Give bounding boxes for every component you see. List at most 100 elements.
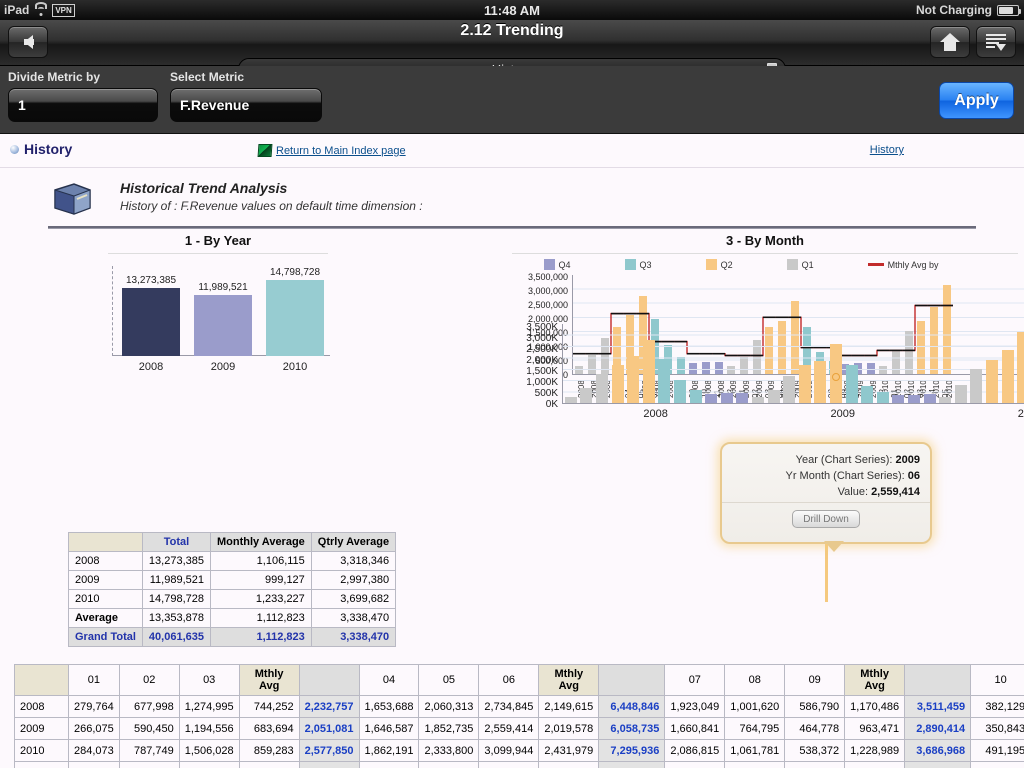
history-link[interactable]: History bbox=[870, 144, 904, 156]
year-bar-rect[interactable] bbox=[194, 295, 252, 356]
quarter-bar[interactable] bbox=[970, 369, 983, 403]
quarter-bar[interactable] bbox=[861, 386, 874, 403]
return-to-index-link[interactable]: Return to Main Index page bbox=[257, 144, 406, 157]
book-green-icon bbox=[257, 144, 273, 157]
data-cell: 266,075 bbox=[68, 717, 120, 740]
back-button[interactable] bbox=[8, 26, 48, 58]
quarter-bar[interactable] bbox=[580, 388, 593, 403]
yearly-summary-table[interactable]: Total Monthly Average Qtrly Average 2008 13,… bbox=[68, 532, 397, 647]
data-cell: 382,129 bbox=[970, 695, 1024, 718]
data-column-header: Mthly Avg bbox=[844, 664, 906, 696]
data-cell: 284,073 bbox=[68, 739, 120, 762]
legend-swatch-icon bbox=[786, 259, 798, 270]
quarter-bar[interactable] bbox=[1017, 332, 1024, 403]
by-quarter-plot-area[interactable] bbox=[562, 324, 1024, 404]
year-bar[interactable]: 11,989,521 2009 bbox=[194, 282, 252, 373]
year-bar-rect[interactable] bbox=[122, 288, 180, 356]
quarter-bar[interactable] bbox=[736, 393, 749, 403]
data-cell: 1,923,049 bbox=[664, 695, 726, 718]
quarter-bar[interactable] bbox=[767, 390, 780, 403]
quarter-bar[interactable] bbox=[985, 360, 999, 403]
by-year-plot[interactable]: 13,273,385 2008 11,989,521 2009 14,798,728 20… bbox=[96, 266, 340, 374]
data-cell: 279,764 bbox=[68, 695, 120, 718]
quarter-bar[interactable] bbox=[923, 394, 936, 403]
app-title: 2.12 Trending bbox=[460, 22, 564, 39]
summary-row-label: 2009 bbox=[68, 570, 143, 590]
legend-label: Q2 bbox=[720, 259, 733, 270]
table-row[interactable]: 2008 279,764 677,998 1,274,995 744,252 2,232,… bbox=[13, 695, 1024, 718]
divide-metric-by-select[interactable]: 1 bbox=[8, 88, 158, 122]
quarter-bar[interactable] bbox=[751, 397, 765, 403]
summary-row[interactable]: 2009 11,989,521 999,127 2,997,380 bbox=[68, 570, 397, 590]
chart-tooltip[interactable]: Year (Chart Series): 2009 Yr Month (Char… bbox=[720, 442, 932, 552]
home-button[interactable] bbox=[930, 26, 970, 58]
data-cell: 1,862,191 bbox=[358, 739, 420, 762]
report-heading: Historical Trend Analysis bbox=[120, 180, 288, 196]
monthly-detail-table[interactable]: 01 02 03 Mthly Avg 04 05 06 Mthly Avg 07 08 09 Mthl… bbox=[13, 664, 1024, 768]
tooltip-divider bbox=[722, 502, 930, 503]
bullet-icon bbox=[10, 144, 19, 154]
summary-row[interactable]: Grand Total 40,061,635 1,112,823 3,338,470 bbox=[68, 627, 397, 647]
summary-row[interactable]: 2010 14,798,728 1,233,227 3,699,682 bbox=[68, 589, 397, 609]
table-row[interactable]: 2009 266,075 590,450 1,194,556 683,694 2,051,… bbox=[13, 717, 1024, 740]
drill-down-button[interactable]: Drill Down bbox=[792, 510, 860, 528]
quarter-bar[interactable] bbox=[705, 394, 718, 403]
quarter-x-label: 2009 bbox=[830, 408, 856, 420]
year-bar-rect[interactable] bbox=[266, 280, 324, 356]
menu-button[interactable] bbox=[976, 26, 1016, 58]
data-row-label: 2009 bbox=[13, 717, 70, 740]
return-to-index-label[interactable]: Return to Main Index page bbox=[276, 145, 406, 157]
quarter-bar[interactable] bbox=[892, 395, 905, 403]
quarter-bar[interactable] bbox=[595, 374, 609, 403]
quarter-bar[interactable] bbox=[954, 385, 967, 403]
apply-button[interactable]: Apply bbox=[939, 82, 1014, 119]
data-cell: 3,511,459 bbox=[904, 695, 972, 718]
select-metric-select[interactable]: F.Revenue bbox=[170, 88, 322, 122]
legend-line-icon bbox=[867, 263, 884, 266]
quarter-bar[interactable] bbox=[611, 365, 624, 403]
legend-item[interactable]: Mthly Avg by bbox=[867, 260, 938, 270]
by-year-chart-rule bbox=[108, 253, 328, 254]
data-column-header: 03 bbox=[178, 664, 240, 696]
data-cell: 586,790 bbox=[784, 695, 846, 718]
quarter-bar[interactable] bbox=[642, 340, 655, 403]
summary-row[interactable]: Average 13,353,878 1,112,823 3,338,470 bbox=[68, 608, 397, 628]
quarter-bar[interactable] bbox=[658, 359, 671, 403]
legend-item[interactable]: Q3 bbox=[624, 259, 652, 270]
table-row[interactable]: Average276,637685,3991,325,193762,4102,2… bbox=[13, 761, 1024, 768]
quarter-bar[interactable] bbox=[814, 361, 827, 403]
data-cell: 2,577,850 bbox=[298, 739, 360, 762]
by-month-chart-title: 3 - By Month bbox=[726, 233, 804, 248]
quarter-bar[interactable] bbox=[783, 376, 796, 403]
y-tick-label: 2,000K bbox=[526, 355, 558, 366]
quarter-bar[interactable] bbox=[845, 365, 858, 403]
legend-item[interactable]: Q1 bbox=[786, 259, 814, 270]
data-cell: 1,194,556 bbox=[178, 717, 240, 740]
battery-icon bbox=[997, 4, 1021, 16]
table-row[interactable]: 2010 284,073 787,749 1,506,028 859,283 2,577,… bbox=[13, 739, 1024, 762]
quarter-bar[interactable] bbox=[564, 397, 577, 403]
legend-item[interactable]: Q2 bbox=[705, 259, 733, 270]
year-bar[interactable]: 13,273,385 2008 bbox=[122, 275, 180, 373]
summary-row[interactable]: 2008 13,273,385 1,106,115 3,318,346 bbox=[68, 551, 397, 571]
quarter-bar[interactable] bbox=[876, 392, 889, 403]
summary-cell: 2,997,380 bbox=[310, 570, 397, 590]
quarter-bar[interactable] bbox=[720, 393, 733, 403]
quarter-bar[interactable] bbox=[907, 395, 921, 403]
data-cell: 6,601,172 bbox=[598, 761, 666, 768]
year-bar[interactable]: 14,798,728 2010 bbox=[266, 267, 324, 373]
tooltip-connector bbox=[825, 544, 828, 602]
by-quarter-detail-chart[interactable]: 3,500K 3,000K 2,500K 2,000K 1,500K 1,000K 500K… bbox=[500, 322, 1024, 432]
legend-item[interactable]: Q4 bbox=[543, 259, 571, 270]
book-icon bbox=[54, 183, 91, 215]
quarter-bar[interactable] bbox=[798, 365, 811, 403]
quarter-bar[interactable] bbox=[627, 356, 640, 403]
quarter-bar[interactable] bbox=[689, 390, 702, 403]
data-cell: 2,287,229 bbox=[298, 761, 360, 768]
data-column-header: 01 bbox=[68, 664, 120, 696]
quarter-bar[interactable] bbox=[673, 380, 687, 403]
quarter-bar[interactable] bbox=[1001, 350, 1014, 403]
by-year-chart[interactable]: 1 - By Year 13,273,385 2008 11,989,521 2009… bbox=[96, 233, 340, 374]
data-cell: 762,410 bbox=[238, 761, 300, 768]
quarter-bar[interactable] bbox=[939, 397, 952, 403]
